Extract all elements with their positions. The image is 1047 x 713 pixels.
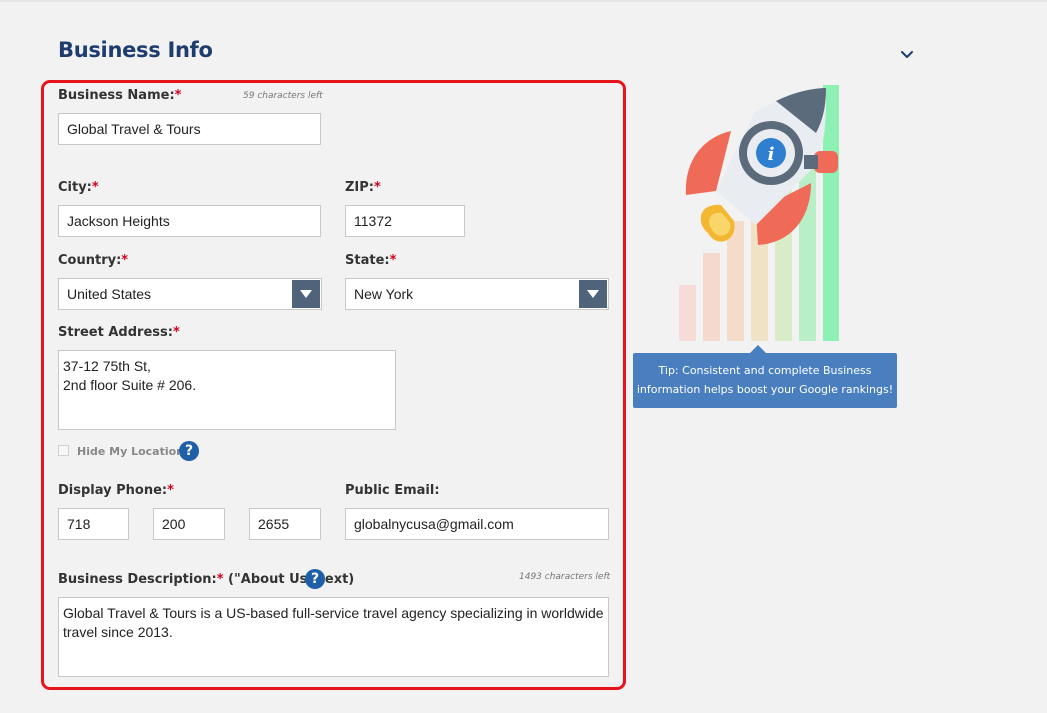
street-address-label: Street Address:* bbox=[58, 325, 180, 340]
hide-location-label: Hide My Location bbox=[77, 445, 185, 458]
question-icon[interactable]: ? bbox=[305, 569, 325, 589]
business-description-textarea[interactable]: Global Travel & Tours is a US-based full… bbox=[58, 597, 609, 677]
info-icon: i bbox=[768, 144, 775, 165]
phone-line-input[interactable] bbox=[249, 508, 321, 540]
page: Business Info Business Name:* 59 charact… bbox=[0, 0, 1047, 713]
business-description-counter: 1493 characters left bbox=[519, 572, 611, 582]
state-dropdown-button[interactable] bbox=[579, 280, 607, 308]
growth-bar bbox=[679, 285, 696, 341]
top-divider bbox=[0, 0, 1047, 2]
tip-line-1: Tip: Consistent and complete Business bbox=[658, 364, 872, 377]
section-title: Business Info bbox=[58, 38, 213, 62]
collapse-button[interactable] bbox=[897, 45, 917, 65]
hide-location-checkbox[interactable] bbox=[58, 445, 69, 456]
state-selected-value: New York bbox=[354, 286, 414, 302]
city-label: City:* bbox=[58, 180, 99, 195]
zip-input[interactable] bbox=[345, 205, 465, 237]
street-address-textarea[interactable]: 37-12 75th St, 2nd floor Suite # 206. bbox=[58, 350, 396, 430]
rocket-info-icon: i bbox=[679, 85, 839, 341]
phone-area-code-input[interactable] bbox=[58, 508, 129, 540]
public-email-label: Public Email: bbox=[345, 483, 440, 498]
growth-bar bbox=[703, 253, 720, 341]
state-select[interactable]: New York bbox=[345, 278, 609, 310]
zip-label: ZIP:* bbox=[345, 180, 381, 195]
chevron-down-icon bbox=[901, 51, 913, 58]
growth-bar bbox=[823, 85, 839, 341]
city-input[interactable] bbox=[58, 205, 321, 237]
public-email-input[interactable] bbox=[345, 508, 609, 540]
business-name-counter: 59 characters left bbox=[243, 91, 323, 101]
tip-box: Tip: Consistent and complete Business in… bbox=[633, 345, 897, 408]
triangle-down-icon bbox=[587, 290, 599, 298]
business-name-label: Business Name:* bbox=[58, 88, 182, 103]
country-label: Country:* bbox=[58, 253, 129, 268]
phone-prefix-input[interactable] bbox=[153, 508, 225, 540]
triangle-down-icon bbox=[300, 290, 312, 298]
tip-line-2: information helps boost your Google rank… bbox=[636, 383, 894, 396]
question-icon[interactable]: ? bbox=[179, 441, 199, 461]
country-select[interactable]: United States bbox=[58, 278, 322, 310]
display-phone-label: Display Phone:* bbox=[58, 483, 174, 498]
country-dropdown-button[interactable] bbox=[292, 280, 320, 308]
business-name-input[interactable] bbox=[58, 113, 321, 145]
growth-bar bbox=[727, 221, 744, 341]
country-selected-value: United States bbox=[67, 286, 152, 302]
state-label: State:* bbox=[345, 253, 397, 268]
